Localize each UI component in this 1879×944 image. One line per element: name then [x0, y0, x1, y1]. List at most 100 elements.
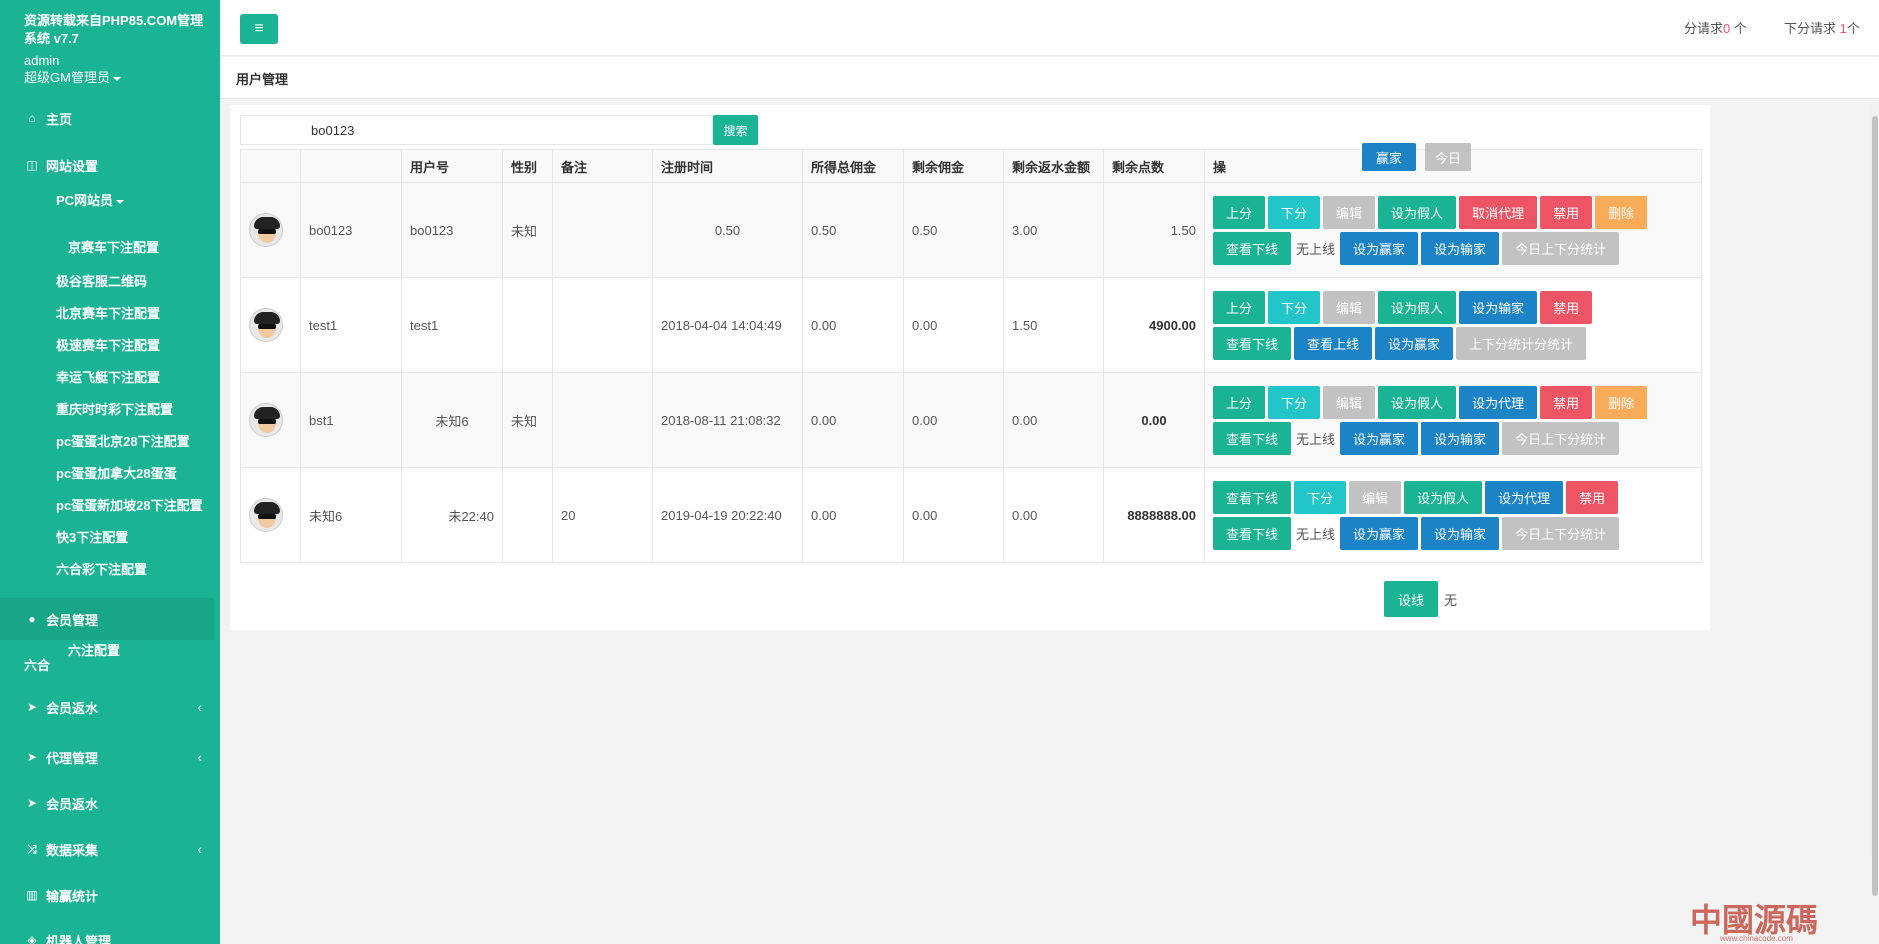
ban-button[interactable]: 禁用 — [1540, 385, 1593, 419]
sidebar-item-robot[interactable]: ◈ 机器人管理 — [0, 920, 220, 944]
view-downline-button[interactable]: 查看下线 — [1213, 326, 1292, 360]
sidebar-subitem-pc-site[interactable]: PC网站员 — [56, 193, 125, 209]
today-stats-button[interactable]: 今日上下分统计 — [1502, 231, 1620, 265]
sidebar-item-win-loss[interactable]: ▥ 输赢统计 — [0, 875, 220, 915]
set-loser-button[interactable]: 设为输家 — [1421, 516, 1500, 550]
sidebar-subitem-pc-canada28[interactable]: pc蛋蛋加拿大28蛋蛋 — [56, 466, 177, 482]
sidebar-subitem-speed-racing[interactable]: 极速赛车下注配置 — [56, 338, 160, 354]
up-score-button[interactable]: 上分 — [1213, 290, 1266, 324]
sidebar-subitem-pc-beijing28[interactable]: pc蛋蛋北京28下注配置 — [56, 434, 190, 450]
sidebar-item-member-rebate[interactable]: ➤ 会员返水 ‹ — [0, 687, 220, 727]
delete-button[interactable]: 删除 — [1595, 385, 1648, 419]
chevron-left-icon: ‹ — [197, 749, 202, 765]
edit-button[interactable]: 编辑 — [1323, 385, 1376, 419]
down-score-button[interactable]: 下分 — [1268, 385, 1321, 419]
set-agent-button[interactable]: 设为代理 — [1485, 480, 1564, 514]
sidebar-item-home[interactable]: ⌂ 主页 — [0, 98, 220, 138]
sidebar-subitem-beijing-racing[interactable]: 北京赛车下注配置 — [56, 306, 160, 322]
scrollbar-thumb[interactable] — [1872, 116, 1878, 896]
user-role-dropdown[interactable]: 超级GM管理员 — [24, 69, 208, 86]
robot-icon: ◈ — [27, 933, 37, 944]
sidebar-subitem-lucky-boat[interactable]: 幸运飞艇下注配置 — [56, 370, 160, 386]
search-input[interactable] — [240, 115, 713, 145]
today-stats-button[interactable]: 今日上下分统计 — [1502, 516, 1620, 550]
sidebar-header: 资源转载来自PHP85.COM管理系统 v7.7 admin 超级GM管理员 — [0, 0, 220, 94]
set-fake-button[interactable]: 设为假人 — [1404, 480, 1483, 514]
set-line-button[interactable]: 设线 — [1384, 581, 1439, 617]
set-loser-button[interactable]: 设为输家 — [1459, 290, 1538, 324]
ban-button[interactable]: 禁用 — [1566, 480, 1619, 514]
sidebar-item-data-collect[interactable]: ⤨ 数据采集 ‹ — [0, 829, 220, 869]
set-fake-button[interactable]: 设为假人 — [1378, 195, 1457, 229]
sidebar-item-site-settings[interactable]: ◫ 网站设置 — [0, 145, 220, 185]
set-winner-button[interactable]: 设为赢家 — [1340, 231, 1419, 265]
set-fake-button[interactable]: 设为假人 — [1378, 385, 1457, 419]
breadcrumb: 用户管理 — [220, 57, 1879, 99]
view-downline-button[interactable]: 查看下线 — [1213, 480, 1292, 514]
cell-points: 0.00 — [1103, 372, 1205, 468]
cell-rebate: 0.00 — [1003, 372, 1104, 468]
sidebar-subitem-racing-config[interactable]: 京赛车下注配置 — [68, 240, 159, 256]
sidebar-subitem-chongqing[interactable]: 重庆时时彩下注配置 — [56, 402, 173, 418]
view-upline-button[interactable]: 查看上线 — [1294, 326, 1373, 360]
up-score-button[interactable]: 上分 — [1213, 385, 1266, 419]
set-winner-button[interactable]: 设为赢家 — [1340, 516, 1419, 550]
view-downline-button[interactable]: 查看下线 — [1213, 516, 1292, 550]
menu-toggle-button[interactable]: ≡ — [240, 14, 278, 44]
col-header-remain-commission: 剩余佣金 — [903, 149, 1004, 183]
avatar — [249, 213, 283, 247]
today-stats-button[interactable]: 今日上下分统计 — [1502, 421, 1620, 455]
sidebar-subitem-pc-singapore28[interactable]: pc蛋蛋新加坡28下注配置 — [56, 498, 203, 514]
avatar-cell — [240, 372, 301, 468]
sidebar-item-member-rebate-2[interactable]: ➤ 会员返水 — [0, 783, 220, 823]
up-score-button[interactable]: 上分 — [1213, 195, 1266, 229]
cell-note — [552, 372, 653, 468]
set-loser-button[interactable]: 设为输家 — [1421, 421, 1500, 455]
cancel-agent-button[interactable]: 取消代理 — [1459, 195, 1538, 229]
set-loser-button[interactable]: 设为输家 — [1421, 231, 1500, 265]
sidebar-subitem-six[interactable]: 六合 — [24, 658, 50, 674]
header-winner-button[interactable]: 赢家 — [1362, 143, 1417, 171]
view-downline-button[interactable]: 查看下线 — [1213, 231, 1292, 265]
bar-chart-icon: ▥ — [26, 888, 38, 902]
down-score-button[interactable]: 下分 — [1268, 195, 1321, 229]
avatar — [249, 308, 283, 342]
sidebar-subitem-qrcode[interactable]: 极谷客服二维码 — [56, 274, 147, 290]
avatar-cell — [240, 467, 301, 563]
edit-button[interactable]: 编辑 — [1349, 480, 1402, 514]
view-downline-button[interactable]: 查看下线 — [1213, 421, 1292, 455]
delete-button[interactable]: 删除 — [1595, 195, 1648, 229]
col-header-gender: 性别 — [502, 149, 553, 183]
sidebar-subitem-six-config[interactable]: 六注配置 — [68, 643, 120, 659]
app-title: 资源转载来自PHP85.COM管理系统 v7.7 — [24, 13, 204, 46]
sidebar-subitem-k3[interactable]: 快3下注配置 — [56, 530, 128, 546]
stats-button[interactable]: 上下分统计分统计 — [1456, 326, 1587, 360]
set-winner-button[interactable]: 设为赢家 — [1340, 421, 1419, 455]
ban-button[interactable]: 禁用 — [1540, 195, 1593, 229]
cell-name: 未知6 — [300, 467, 402, 563]
sidebar-item-agent-manage[interactable]: ➤ 代理管理 ‹ — [0, 737, 220, 777]
set-winner-button[interactable]: 设为赢家 — [1375, 326, 1454, 360]
header-today-button[interactable]: 今日 — [1425, 143, 1472, 171]
up-request-link[interactable]: 分请求0 个 — [1684, 18, 1747, 37]
set-agent-button[interactable]: 设为代理 — [1459, 385, 1538, 419]
columns-icon: ◫ — [26, 158, 38, 172]
cell-user: 未知6 — [401, 372, 503, 468]
cell-ops: 查看下线 下分 编辑 设为假人 设为代理 禁用 查看下线 无上线 设为赢家 设为… — [1204, 467, 1702, 563]
cell-reg-time: 2018-04-04 14:04:49 — [652, 277, 803, 373]
cell-ops: 上分 下分 编辑 设为假人 设为代理 禁用 删除 查看下线 无上线 设为赢家 设… — [1204, 372, 1702, 468]
search-button[interactable]: 搜索 — [713, 115, 758, 145]
down-request-link[interactable]: 下分请求 1个 — [1784, 18, 1860, 37]
user-name[interactable]: admin — [24, 52, 208, 69]
edit-button[interactable]: 编辑 — [1323, 195, 1376, 229]
no-upline-label: 无上线 — [1296, 431, 1336, 447]
ban-button[interactable]: 禁用 — [1540, 290, 1593, 324]
page-scrollbar[interactable] — [1871, 56, 1879, 896]
down-score-button[interactable]: 下分 — [1294, 480, 1347, 514]
set-fake-button[interactable]: 设为假人 — [1378, 290, 1457, 324]
sidebar-subitem-marksix[interactable]: 六合彩下注配置 — [56, 562, 147, 578]
down-score-button[interactable]: 下分 — [1268, 290, 1321, 324]
sidebar-item-label: 主页 — [46, 111, 73, 127]
edit-button[interactable]: 编辑 — [1323, 290, 1376, 324]
sidebar-item-members[interactable]: ● 会员管理 — [0, 599, 220, 639]
